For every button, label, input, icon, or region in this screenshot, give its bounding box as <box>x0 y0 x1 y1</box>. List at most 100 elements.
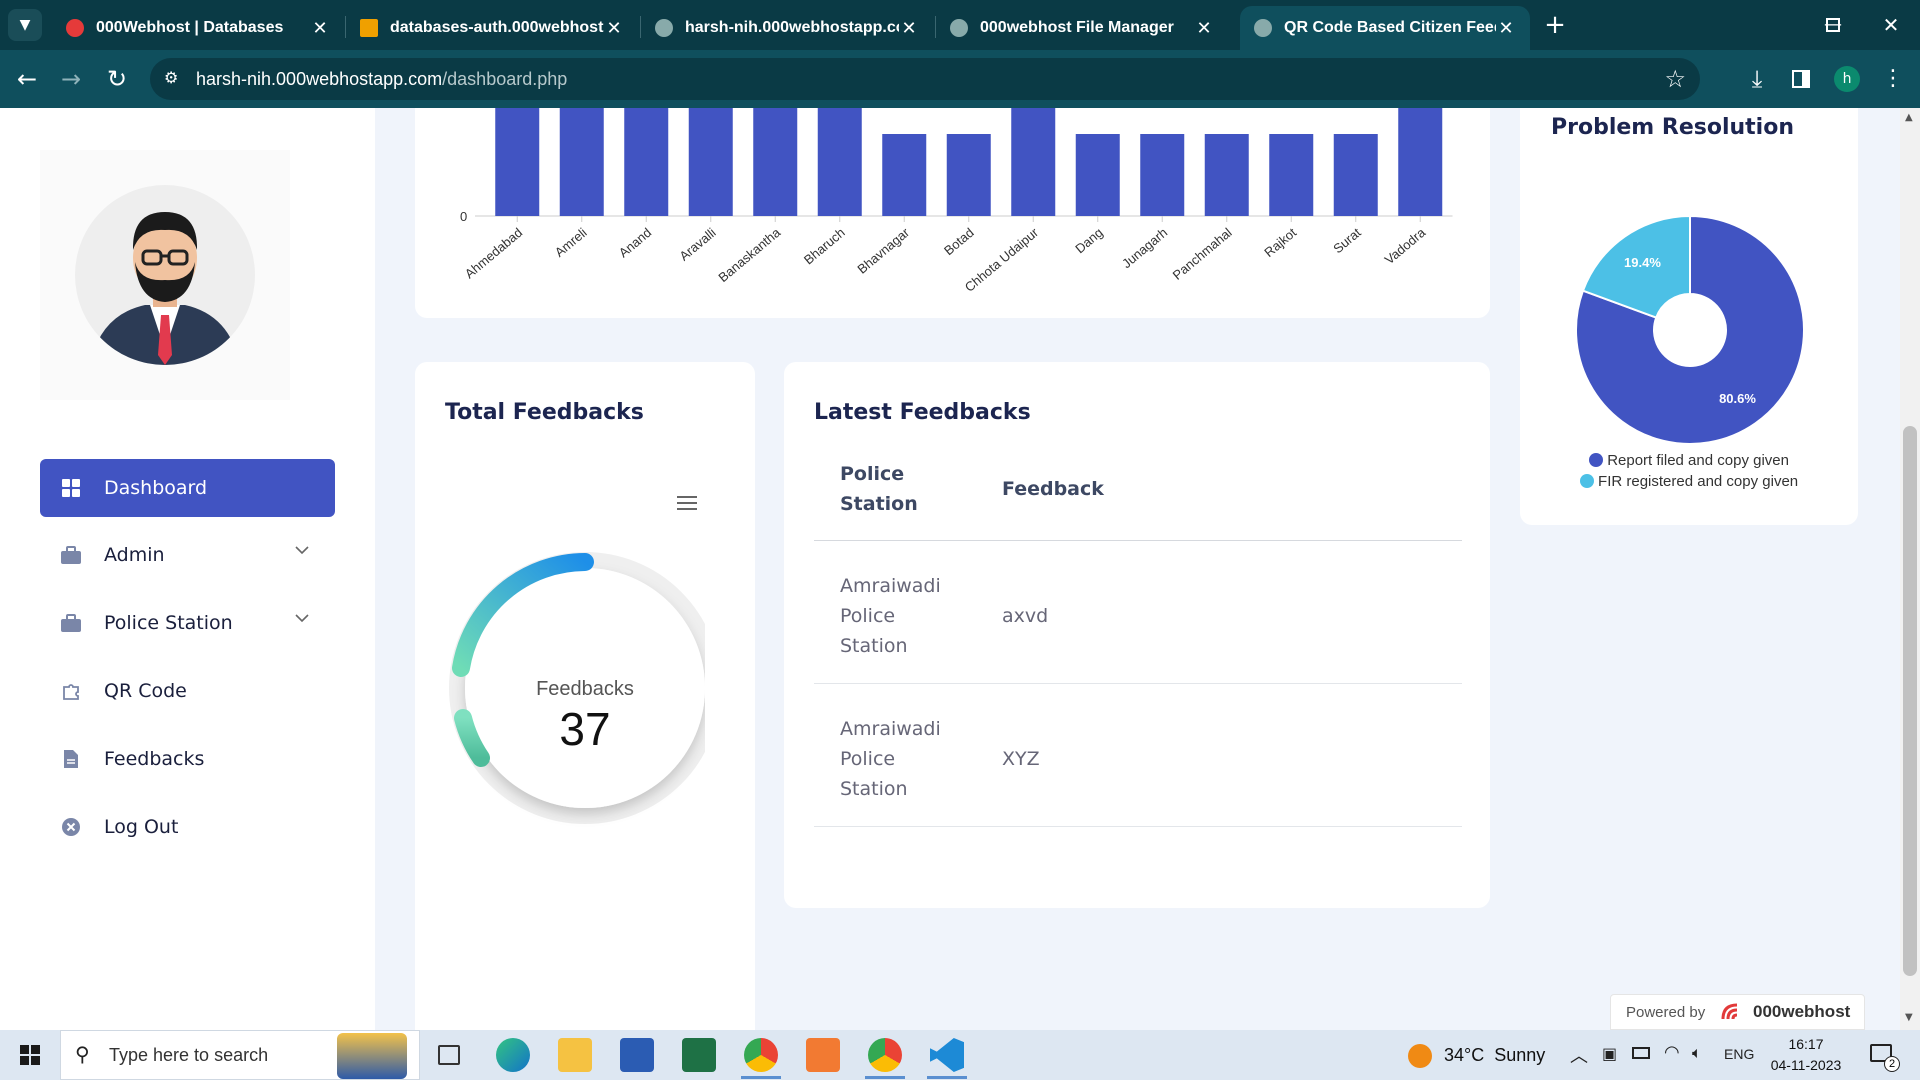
x-tick-label: Amreli <box>552 225 590 260</box>
weather-text[interactable]: 34°C Sunny <box>1444 1045 1545 1066</box>
taskbar-search-box[interactable]: ⚲ Type here to search <box>60 1030 420 1080</box>
puzzle-icon <box>60 680 82 702</box>
scroll-up-arrow-icon[interactable]: ▲ <box>1905 112 1913 123</box>
sidebar-item-feedbacks[interactable]: Feedbacks <box>40 730 335 788</box>
tab-qr-code-feedback[interactable]: QR Code Based Citizen Feedba ✕ <box>1240 6 1530 50</box>
tab-databases-auth[interactable]: databases-auth.000webhost.cc ✕ <box>346 6 638 50</box>
search-highlight-image <box>337 1033 407 1079</box>
volume-icon[interactable]: 🔈︎ <box>1692 1043 1702 1063</box>
pie-legend: Report filed and copy given FIR register… <box>1520 452 1858 490</box>
sidebar-item-label: Admin <box>104 544 165 566</box>
excel-icon[interactable] <box>682 1038 716 1072</box>
chart-bar[interactable] <box>624 108 669 216</box>
restore-icon[interactable] <box>1826 18 1840 32</box>
task-view-icon[interactable] <box>438 1045 460 1065</box>
avatar <box>75 185 255 365</box>
word-icon[interactable] <box>620 1038 654 1072</box>
side-panel-icon[interactable] <box>1792 70 1810 88</box>
x-tick-label: Banaskantha <box>715 224 783 285</box>
battery-icon[interactable] <box>1632 1047 1650 1059</box>
chart-bar[interactable] <box>1204 134 1249 216</box>
forward-arrow-icon[interactable]: → <box>56 64 86 94</box>
globe-icon <box>655 19 673 37</box>
globe-icon <box>1254 19 1272 37</box>
table-divider <box>814 540 1462 541</box>
tab-search-button[interactable]: ▼ <box>8 9 42 41</box>
scroll-down-arrow-icon[interactable]: ▼ <box>1905 1012 1913 1023</box>
sidebar-item-qr-code[interactable]: QR Code <box>40 662 335 720</box>
chart-bar[interactable] <box>1011 108 1056 216</box>
xampp-icon[interactable] <box>806 1038 840 1072</box>
x-tick-label: Panchmahal <box>1170 225 1235 283</box>
close-tab-icon[interactable]: ✕ <box>604 18 624 39</box>
sidebar-item-admin[interactable]: Admin <box>40 526 335 584</box>
page-scrollbar[interactable]: ▲ ▼ <box>1900 108 1920 1030</box>
tab-harsh-nih[interactable]: harsh-nih.000webhostapp.com ✕ <box>641 6 933 50</box>
chart-bar[interactable] <box>817 108 862 216</box>
tab-file-manager[interactable]: 000webhost File Manager ✕ <box>936 6 1228 50</box>
table-divider <box>814 683 1462 684</box>
bookmark-star-icon[interactable]: ☆ <box>1664 65 1686 93</box>
chart-bar[interactable] <box>946 134 991 216</box>
download-icon[interactable]: ⤓ <box>1742 64 1772 94</box>
pie-slice-label: 19.4% <box>1624 255 1661 270</box>
legend-item[interactable]: Report filed and copy given <box>1520 452 1858 469</box>
chart-bar[interactable] <box>559 108 604 216</box>
active-app-indicator <box>865 1076 905 1079</box>
chevron-down-icon <box>295 614 309 623</box>
powered-by-badge[interactable]: Powered by 000webhost <box>1610 994 1865 1030</box>
problem-resolution-card: Problem Resolution 80.6% 19.4% Report fil… <box>1520 108 1858 525</box>
table-cell-station: Amraiwadi Police Station <box>840 718 941 800</box>
chevron-up-icon[interactable]: ︿ <box>1570 1042 1588 1068</box>
tab-000webhost-databases[interactable]: 000Webhost | Databases ✕ <box>52 6 344 50</box>
clock[interactable]: 16:17 04-11-2023 <box>1766 1034 1846 1076</box>
x-tick-label: Bharuch <box>801 225 848 268</box>
edge-browser-icon[interactable] <box>496 1038 530 1072</box>
back-arrow-icon[interactable]: ← <box>12 64 42 94</box>
address-bar[interactable]: ⚙ harsh-nih.000webhostapp.com/dashboard.… <box>150 58 1700 100</box>
chart-bar[interactable] <box>1075 134 1120 216</box>
weather-sun-icon[interactable] <box>1408 1044 1432 1068</box>
scrollbar-thumb[interactable] <box>1903 426 1917 976</box>
close-tab-icon[interactable]: ✕ <box>1194 18 1214 39</box>
sidebar-item-dashboard[interactable]: Dashboard <box>40 459 335 517</box>
close-window-icon[interactable]: ✕ <box>1876 10 1906 40</box>
vscode-icon[interactable] <box>930 1038 964 1072</box>
close-tab-icon[interactable]: ✕ <box>899 18 919 39</box>
meet-now-icon[interactable]: ▣ <box>1602 1044 1617 1063</box>
chart-bar[interactable] <box>1269 134 1314 216</box>
language-indicator[interactable]: ENG <box>1724 1046 1754 1062</box>
chrome-icon[interactable] <box>744 1038 778 1072</box>
chart-bar[interactable] <box>495 108 540 216</box>
hamburger-menu-icon[interactable] <box>677 496 697 510</box>
close-tab-icon[interactable]: ✕ <box>1496 18 1516 39</box>
sidebar-item-police-station[interactable]: Police Station <box>40 594 335 652</box>
sidebar-item-log-out[interactable]: Log Out <box>40 798 335 856</box>
card-title: Total Feedbacks <box>445 400 644 425</box>
chart-bar[interactable] <box>688 108 733 216</box>
table-cell-feedback: XYZ <box>1002 748 1040 770</box>
document-icon <box>60 748 82 770</box>
site-info-icon[interactable]: ⚙ <box>164 68 178 87</box>
sidebar-item-label: Feedbacks <box>104 748 205 770</box>
file-explorer-icon[interactable] <box>558 1038 592 1072</box>
chart-bar[interactable] <box>1398 108 1443 216</box>
table-divider <box>814 826 1462 827</box>
chart-bar[interactable] <box>1333 134 1378 216</box>
sidebar-item-label: Log Out <box>104 816 179 838</box>
x-tick-label: Aravalli <box>676 225 718 264</box>
active-app-indicator <box>741 1076 781 1079</box>
reload-icon[interactable]: ↻ <box>102 64 132 94</box>
close-tab-icon[interactable]: ✕ <box>310 18 330 39</box>
new-tab-button[interactable]: + <box>1540 10 1570 40</box>
more-menu-icon[interactable]: ⋮ <box>1878 64 1908 94</box>
chart-bar[interactable] <box>753 108 798 216</box>
chart-bar[interactable] <box>882 134 927 216</box>
legend-item[interactable]: FIR registered and copy given <box>1520 473 1858 490</box>
windows-start-icon[interactable] <box>20 1045 40 1065</box>
chrome-profile-icon[interactable] <box>868 1038 902 1072</box>
sidebar-item-label: Dashboard <box>104 477 208 499</box>
chart-bar[interactable] <box>1140 134 1185 216</box>
profile-avatar[interactable]: h <box>1834 66 1860 92</box>
wifi-icon[interactable]: ◠ <box>1664 1042 1680 1063</box>
